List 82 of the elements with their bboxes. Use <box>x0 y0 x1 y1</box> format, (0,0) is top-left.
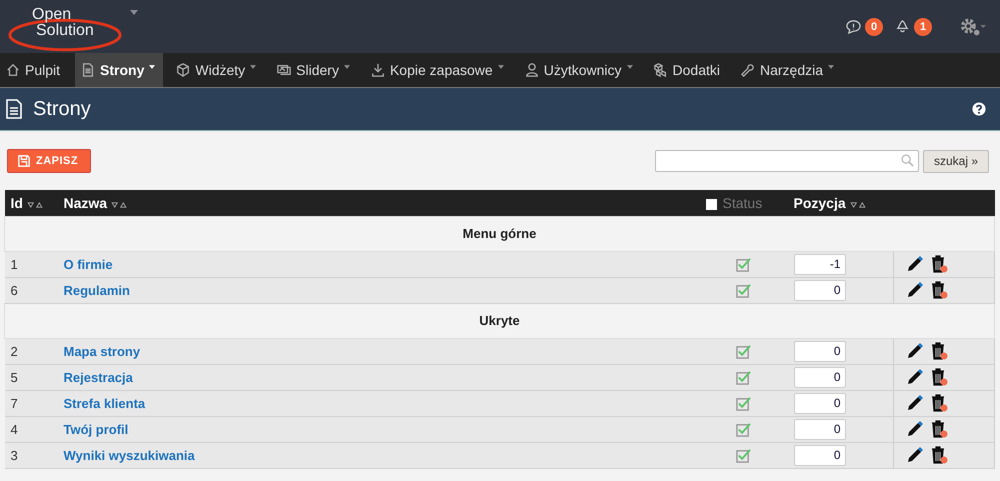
bell-icon[interactable] <box>895 19 910 34</box>
group-heading: Menu górne <box>462 226 536 241</box>
cube-icon <box>176 63 190 77</box>
column-header[interactable]: Pozycja <box>794 194 846 211</box>
id-cell: 4 <box>10 422 18 436</box>
delete-icon[interactable] <box>930 420 948 438</box>
page-link[interactable]: Regulamin <box>64 282 130 298</box>
status-checkbox[interactable] <box>736 370 751 386</box>
page-link[interactable]: Mapa strony <box>64 344 140 358</box>
message-count: 0 <box>865 18 883 36</box>
document-icon <box>81 63 96 77</box>
download-icon <box>370 63 385 77</box>
status-checkbox[interactable] <box>736 422 751 438</box>
edit-icon[interactable] <box>906 368 924 386</box>
group-heading: Ukryte <box>479 313 520 328</box>
status-checkbox[interactable] <box>736 283 751 298</box>
page-title: Strony <box>33 98 91 120</box>
delete-icon[interactable] <box>930 255 948 273</box>
edit-icon[interactable] <box>906 394 924 412</box>
delete-icon[interactable] <box>930 446 948 464</box>
edit-icon[interactable] <box>906 420 924 438</box>
id-cell: 5 <box>10 370 18 384</box>
chat-icon[interactable] <box>846 19 861 34</box>
wrench-icon <box>740 63 755 77</box>
column-header[interactable]: Nazwa <box>64 194 108 211</box>
select-all-checkbox[interactable] <box>706 198 716 210</box>
logo-text: Open <box>32 6 72 22</box>
nav-item[interactable]: Slidery <box>271 53 358 87</box>
search-button[interactable]: szukaj » <box>922 150 989 172</box>
column-header[interactable]: Id <box>10 194 23 211</box>
delete-icon[interactable] <box>930 368 948 386</box>
position-field[interactable]: 0 <box>794 280 846 300</box>
search-field[interactable] <box>654 150 919 172</box>
nav-item[interactable]: Pulpit <box>0 53 68 87</box>
page-link[interactable]: Rejestracja <box>64 370 133 384</box>
sort-icon[interactable] <box>26 202 43 208</box>
logo-text: Solution <box>36 22 94 38</box>
position-field[interactable]: -1 <box>794 254 846 274</box>
edit-icon[interactable] <box>906 342 924 360</box>
status-checkbox[interactable] <box>736 448 751 464</box>
position-field[interactable]: 0 <box>794 392 846 414</box>
home-icon <box>6 63 20 77</box>
notification-count: 1 <box>914 18 932 36</box>
nav-item[interactable]: Narzędzia <box>734 53 842 87</box>
status-checkbox[interactable] <box>736 257 751 272</box>
column-header: Status <box>722 194 762 211</box>
edit-icon[interactable] <box>906 446 924 464</box>
position-field[interactable]: 0 <box>794 418 846 440</box>
edit-icon[interactable] <box>906 281 924 299</box>
page-icon <box>6 99 22 119</box>
images-icon <box>277 63 292 77</box>
nav-item[interactable]: Użytkownicy <box>518 53 641 87</box>
sort-icon[interactable] <box>850 202 866 208</box>
id-cell: 6 <box>10 282 18 298</box>
nav-item[interactable]: Kopie zapasowe <box>364 53 512 87</box>
nav-item[interactable]: Widżety <box>170 53 264 87</box>
sort-icon[interactable] <box>111 202 128 208</box>
search-icon <box>900 154 914 167</box>
position-field[interactable]: 0 <box>794 340 846 362</box>
position-field[interactable]: 0 <box>794 444 846 466</box>
page-link[interactable]: O firmie <box>64 256 113 272</box>
page-link[interactable]: Wyniki wyszukiwania <box>64 448 195 462</box>
id-cell: 7 <box>10 396 18 410</box>
nav-item[interactable]: Dodatki <box>648 53 728 87</box>
page-link[interactable]: Twój profil <box>64 422 128 436</box>
cubes-icon <box>654 63 668 77</box>
edit-icon[interactable] <box>906 255 924 273</box>
id-cell: 2 <box>10 344 18 358</box>
page-link[interactable]: Strefa klienta <box>64 396 146 410</box>
delete-icon[interactable] <box>930 281 948 299</box>
status-checkbox[interactable] <box>736 396 751 412</box>
delete-icon[interactable] <box>930 342 948 360</box>
user-icon <box>524 63 539 77</box>
nav-item[interactable]: Strony <box>75 53 164 87</box>
position-field[interactable]: 0 <box>794 366 846 388</box>
id-cell: 1 <box>10 256 18 272</box>
caret-icon[interactable] <box>130 10 138 15</box>
delete-icon[interactable] <box>930 394 948 412</box>
help-icon[interactable] <box>972 102 986 116</box>
settings-icon[interactable] <box>960 16 986 36</box>
status-checkbox[interactable] <box>736 344 751 360</box>
id-cell: 3 <box>10 448 18 462</box>
